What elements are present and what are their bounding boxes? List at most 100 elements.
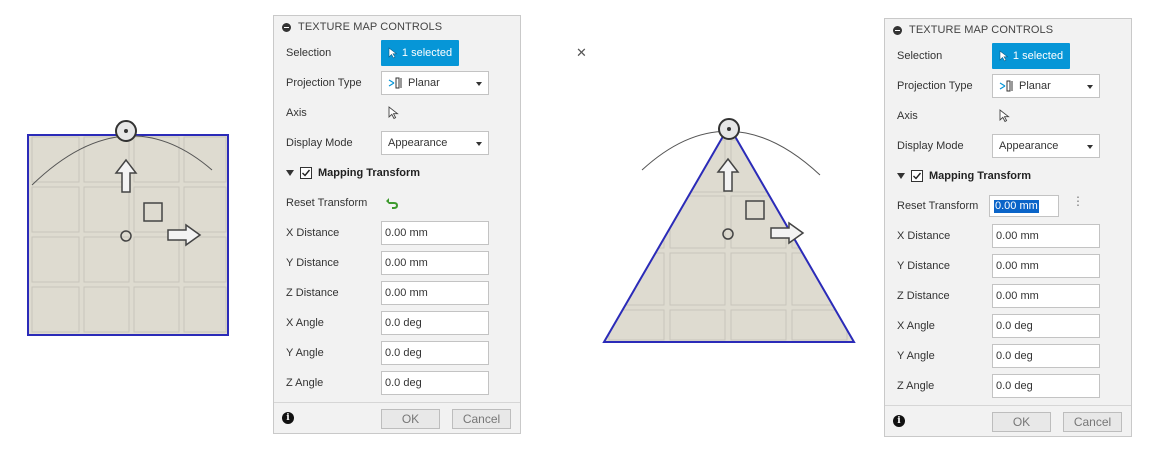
selection-count: 1 selected [401, 47, 453, 59]
panel-title: TEXTURE MAP CONTROLS [909, 24, 1054, 36]
x-angle-label: X Angle [897, 320, 935, 332]
x-angle-input[interactable]: 0.0 deg [992, 314, 1100, 338]
collapse-icon[interactable] [893, 25, 902, 35]
display-mode-select[interactable]: Appearance [381, 131, 489, 155]
projection-type-select[interactable]: Planar [992, 74, 1100, 98]
clear-selection-icon[interactable]: ✕ [576, 45, 587, 61]
selection-label: Selection [897, 50, 943, 62]
viewport-triangle[interactable] [598, 110, 860, 350]
x-angle-input[interactable]: 0.0 deg [381, 311, 489, 335]
selection-row: Selection 1 selected ✕ [885, 41, 1131, 71]
rotate-handle-icon[interactable] [115, 120, 137, 142]
ok-button[interactable]: OK [381, 409, 440, 429]
panel-title: TEXTURE MAP CONTROLS [298, 21, 443, 33]
mapping-transform-checkbox[interactable] [911, 170, 923, 182]
x-angle-label: X Angle [286, 317, 324, 329]
projection-row: Projection Type Planar [885, 71, 1131, 101]
y-distance-label: Y Distance [286, 257, 339, 269]
collapse-icon[interactable] [282, 22, 291, 32]
viewport-square[interactable] [20, 115, 235, 345]
z-distance-input[interactable]: 0.00 mm [992, 284, 1100, 308]
more-options-icon[interactable]: ⋮ [1072, 195, 1084, 207]
x-distance-label: X Distance [897, 230, 951, 242]
reset-transform-label: Reset Transform [286, 197, 368, 209]
chevron-down-icon [476, 142, 482, 146]
display-mode-label: Display Mode [897, 140, 964, 152]
y-angle-row: Y Angle 0.0 deg [885, 341, 1131, 371]
y-distance-input[interactable]: 0.00 mm [992, 254, 1100, 278]
info-icon[interactable]: i [282, 412, 294, 424]
mapping-transform-group[interactable]: Mapping Transform [274, 158, 520, 188]
display-mode-value: Appearance [388, 137, 448, 149]
y-angle-label: Y Angle [286, 347, 324, 359]
z-angle-input[interactable]: 0.0 deg [992, 374, 1100, 398]
expand-triangle-icon[interactable] [897, 173, 905, 179]
projection-value: Planar [408, 77, 440, 89]
reset-transform-row: Reset Transform 0.00 mm ⋮ [885, 191, 1131, 221]
axis-label: Axis [897, 110, 918, 122]
expand-triangle-icon[interactable] [286, 170, 294, 176]
z-angle-label: Z Angle [286, 377, 324, 389]
z-distance-label: Z Distance [286, 287, 339, 299]
mapping-transform-group[interactable]: Mapping Transform [885, 161, 1131, 191]
panel-header[interactable]: TEXTURE MAP CONTROLS [885, 19, 1131, 41]
selection-button[interactable]: 1 selected [381, 40, 459, 66]
selection-count: 1 selected [1012, 50, 1064, 62]
panel-header[interactable]: TEXTURE MAP CONTROLS [274, 16, 520, 38]
z-distance-input[interactable]: 0.00 mm [381, 281, 489, 305]
planar-projection-icon [999, 80, 1013, 92]
axis-select-cursor-icon[interactable] [388, 106, 400, 120]
display-mode-label: Display Mode [286, 137, 353, 149]
y-distance-label: Y Distance [897, 260, 950, 272]
reset-transform-label: Reset Transform [897, 200, 979, 212]
reset-undo-icon[interactable] [385, 195, 401, 211]
projection-row: Projection Type Planar [274, 68, 520, 98]
y-distance-row: Y Distance 0.00 mm [885, 251, 1131, 281]
z-distance-row: Z Distance 0.00 mm [885, 281, 1131, 311]
projection-type-select[interactable]: Planar [381, 71, 489, 95]
inline-value-editor[interactable]: 0.00 mm [989, 195, 1059, 217]
x-distance-input[interactable]: 0.00 mm [992, 224, 1100, 248]
axis-select-cursor-icon[interactable] [999, 109, 1011, 123]
y-angle-input[interactable]: 0.0 deg [992, 344, 1100, 368]
display-mode-value: Appearance [999, 140, 1059, 152]
cancel-button[interactable]: Cancel [1063, 412, 1122, 432]
z-angle-input[interactable]: 0.0 deg [381, 371, 489, 395]
rotate-handle-icon[interactable] [718, 118, 740, 140]
cancel-button[interactable]: Cancel [452, 409, 511, 429]
projection-label: Projection Type [286, 77, 362, 89]
mapping-transform-checkbox[interactable] [300, 167, 312, 179]
mapping-transform-label: Mapping Transform [318, 167, 421, 179]
y-angle-row: Y Angle 0.0 deg [274, 338, 520, 368]
y-angle-input[interactable]: 0.0 deg [381, 341, 489, 365]
display-mode-row: Display Mode Appearance [885, 131, 1131, 161]
z-distance-row: Z Distance 0.00 mm [274, 278, 520, 308]
panel-footer: i OK Cancel [885, 405, 1131, 436]
planar-projection-icon [388, 77, 402, 89]
x-distance-label: X Distance [286, 227, 340, 239]
texture-map-controls-panel: TEXTURE MAP CONTROLS Selection 1 selecte… [273, 15, 587, 434]
selection-label: Selection [286, 47, 332, 59]
selection-button[interactable]: 1 selected [992, 43, 1070, 69]
x-angle-row: X Angle 0.0 deg [885, 311, 1131, 341]
z-distance-label: Z Distance [897, 290, 950, 302]
triangle-face[interactable] [602, 124, 856, 343]
reset-transform-row: Reset Transform [274, 188, 520, 218]
inline-value-selected[interactable]: 0.00 mm [994, 200, 1039, 213]
z-angle-label: Z Angle [897, 380, 935, 392]
chevron-down-icon [1087, 85, 1093, 89]
x-distance-input[interactable]: 0.00 mm [381, 221, 489, 245]
display-mode-select[interactable]: Appearance [992, 134, 1100, 158]
info-icon[interactable]: i [893, 415, 905, 427]
axis-label: Axis [286, 107, 307, 119]
texture-map-controls-panel-editing: TEXTURE MAP CONTROLS Selection 1 selecte… [884, 18, 1132, 437]
y-distance-input[interactable]: 0.00 mm [381, 251, 489, 275]
projection-value: Planar [1019, 80, 1051, 92]
axis-row: Axis [274, 98, 520, 128]
y-angle-label: Y Angle [897, 350, 935, 362]
ok-button[interactable]: OK [992, 412, 1051, 432]
chevron-down-icon [476, 82, 482, 86]
y-distance-row: Y Distance 0.00 mm [274, 248, 520, 278]
cursor-arrow-icon [388, 47, 398, 59]
cursor-arrow-icon [999, 50, 1009, 62]
